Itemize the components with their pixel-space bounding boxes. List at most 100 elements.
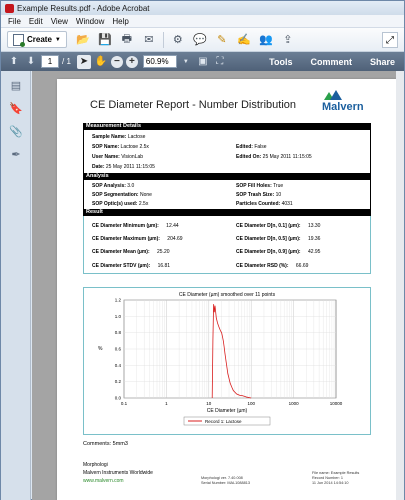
section-heading: Analysis	[83, 173, 371, 180]
navigation-toolbar: ⬆ ⬇ 1 / 1 ➤ ✋ − + 60.9% ▼ ▣ ⛶ Tools Comm…	[1, 52, 404, 71]
tab-tools[interactable]: Tools	[260, 57, 301, 67]
analysis-section: Analysis SOP Analysis: 3.0 SOP Segmentat…	[83, 173, 371, 209]
attachments-paperclip-icon[interactable]: 📎	[8, 123, 24, 139]
sop-optics: SOP Optic(s) used: 2.5x	[92, 201, 149, 207]
email-icon[interactable]: ✉	[141, 32, 157, 48]
y-tick-label: 0.4	[115, 363, 122, 368]
page-number-input[interactable]: 1	[41, 55, 59, 68]
measurement-date: Date: 25 May 2011 11:15:05	[92, 164, 155, 170]
x-tick-label: 0.1	[121, 401, 128, 406]
settings-gear-icon[interactable]: ⚙	[170, 32, 186, 48]
sign-icon[interactable]: ✍	[236, 32, 252, 48]
fit-page-icon[interactable]: ▣	[196, 55, 210, 69]
hand-tool-icon[interactable]: ✋	[94, 55, 108, 69]
ce-diameter-d05: CE Diameter D[n, 0.5] (µm): 19.36	[236, 236, 321, 242]
task-pane-tabs: Tools Comment Share	[260, 52, 404, 71]
section-body: Sample Name: Lactose SOP Name: Lactose 2…	[83, 130, 371, 173]
x-tick-label: 1	[165, 401, 168, 406]
report-title: CE Diameter Report - Number Distribution	[90, 99, 297, 111]
edited-on: Edited On: 25 May 2011 11:15:05	[236, 154, 312, 160]
menu-bar: File Edit View Window Help	[1, 15, 404, 28]
navigation-panel: ▤ 🔖 📎 ✒	[1, 71, 31, 500]
y-tick-label: 0.0	[115, 396, 122, 401]
x-axis-label: CE Diameter (µm)	[207, 408, 248, 414]
highlight-icon[interactable]: ✎	[214, 32, 230, 48]
x-tick-label: 10000	[330, 401, 343, 406]
y-axis-label: %	[98, 346, 103, 352]
section-body: SOP Analysis: 3.0 SOP Segmentation: None…	[83, 180, 371, 209]
bookmarks-icon[interactable]: 🔖	[8, 100, 24, 116]
x-tick-label: 10	[206, 401, 212, 406]
window-title: Example Results.pdf - Adobe Acrobat	[17, 3, 150, 13]
measurement-section: Measurement Details Sample Name: Lactose…	[83, 123, 371, 173]
ce-diameter-maximum: CE Diameter Maximum (µm): 204.69	[92, 236, 183, 242]
menu-file[interactable]: File	[4, 17, 25, 26]
zoom-out-icon[interactable]: −	[110, 55, 123, 68]
sop-analysis: SOP Analysis: 3.0	[92, 183, 135, 189]
y-tick-label: 0.2	[115, 379, 122, 384]
create-button[interactable]: Create ▼	[7, 31, 67, 48]
vertical-scrollbar[interactable]	[396, 71, 404, 500]
ce-diameter-d01: CE Diameter D[n, 0.1] (µm): 13.30	[236, 223, 321, 229]
select-cursor-icon[interactable]: ➤	[76, 54, 91, 69]
next-page-icon[interactable]: ⬇	[24, 55, 38, 69]
menu-view[interactable]: View	[47, 17, 72, 26]
zoom-level-input[interactable]: 60.9%	[142, 55, 177, 68]
zoom-dropdown-chevron-icon[interactable]: ▼	[179, 55, 193, 69]
expand-icon[interactable]: ⤢	[382, 32, 398, 48]
ce-diameter-d09: CE Diameter D[n, 0.9] (µm): 42.95	[236, 249, 321, 255]
sample-name: Sample Name: Lactose	[92, 134, 146, 140]
toolbar-separator	[162, 31, 164, 48]
previous-page-icon[interactable]: ⬆	[7, 55, 21, 69]
create-label: Create	[27, 35, 52, 44]
zoom-in-icon[interactable]: +	[125, 55, 138, 68]
footer-timestamp: 11 Jun 2014 14:54:10	[312, 481, 349, 485]
x-tick-label: 100	[247, 401, 255, 406]
comments: Comments: 5mm3	[83, 441, 128, 447]
malvern-logo: Malvern	[312, 89, 372, 113]
tab-comment[interactable]: Comment	[301, 57, 361, 67]
edited-flag: Edited: False	[236, 144, 267, 150]
result-section: Result CE Diameter Minimum (µm): 12.44 C…	[83, 209, 371, 274]
document-viewport[interactable]: CE Diameter Report - Number Distribution…	[32, 71, 404, 500]
y-tick-label: 0.8	[115, 330, 122, 335]
section-heading: Result	[83, 209, 371, 216]
chevron-down-icon: ▼	[54, 36, 61, 43]
share-people-icon[interactable]: 👥	[258, 32, 274, 48]
sop-name: SOP Name: Lactose 2.5x	[92, 144, 149, 150]
footer-serial-number: Serial Number: MAL1088813	[201, 481, 250, 485]
y-tick-label: 0.6	[115, 347, 122, 352]
menu-window[interactable]: Window	[72, 17, 108, 26]
save-icon[interactable]: 💾	[97, 32, 113, 48]
legend-label: Record 1: Lactose	[205, 419, 242, 424]
print-icon[interactable]: 🖶	[119, 32, 135, 48]
tab-share[interactable]: Share	[361, 57, 404, 67]
full-screen-icon[interactable]: ⛶	[213, 55, 227, 69]
acrobat-window: Example Results.pdf - Adobe Acrobat File…	[0, 0, 405, 500]
y-tick-label: 1.0	[115, 314, 122, 319]
x-tick-label: 1000	[289, 401, 300, 406]
footer-website-link[interactable]: www.malvern.com	[83, 478, 124, 484]
user-name: User Name: VisionLab	[92, 154, 144, 160]
send-file-icon[interactable]: ⇪	[280, 32, 296, 48]
page-thumbnails-icon[interactable]: ▤	[8, 77, 24, 93]
menu-help[interactable]: Help	[108, 17, 132, 26]
signatures-icon[interactable]: ✒	[8, 146, 24, 162]
sop-segmentation: SOP Segmentation: None	[92, 192, 152, 198]
chart-series	[211, 304, 252, 399]
footer-company-location: Malvern Instruments Worldwide	[83, 470, 153, 476]
menu-edit[interactable]: Edit	[25, 17, 47, 26]
pdf-page: CE Diameter Report - Number Distribution…	[57, 79, 397, 500]
sop-fill-holes: SOP Fill Holes: True	[236, 183, 284, 189]
create-pdf-icon	[13, 33, 25, 47]
acrobat-app-icon	[5, 3, 14, 13]
distribution-chart: CE Diameter (µm) smoothed over 11 points…	[98, 292, 343, 426]
footer-software-version: Morphologi ver. 7.40.008	[201, 476, 243, 480]
section-heading: Measurement Details	[83, 123, 371, 130]
comment-bubble-icon[interactable]: 💬	[192, 32, 208, 48]
ce-diameter-stdv: CE Diameter STDV (µm): 16.81	[92, 263, 171, 269]
ce-diameter-rsd: CE Diameter RSD (%): 66.69	[236, 263, 309, 269]
logo-text: Malvern	[322, 101, 364, 113]
open-folder-icon[interactable]: 📂	[75, 32, 91, 48]
footer-record-number: Record Number: 1	[312, 476, 344, 480]
